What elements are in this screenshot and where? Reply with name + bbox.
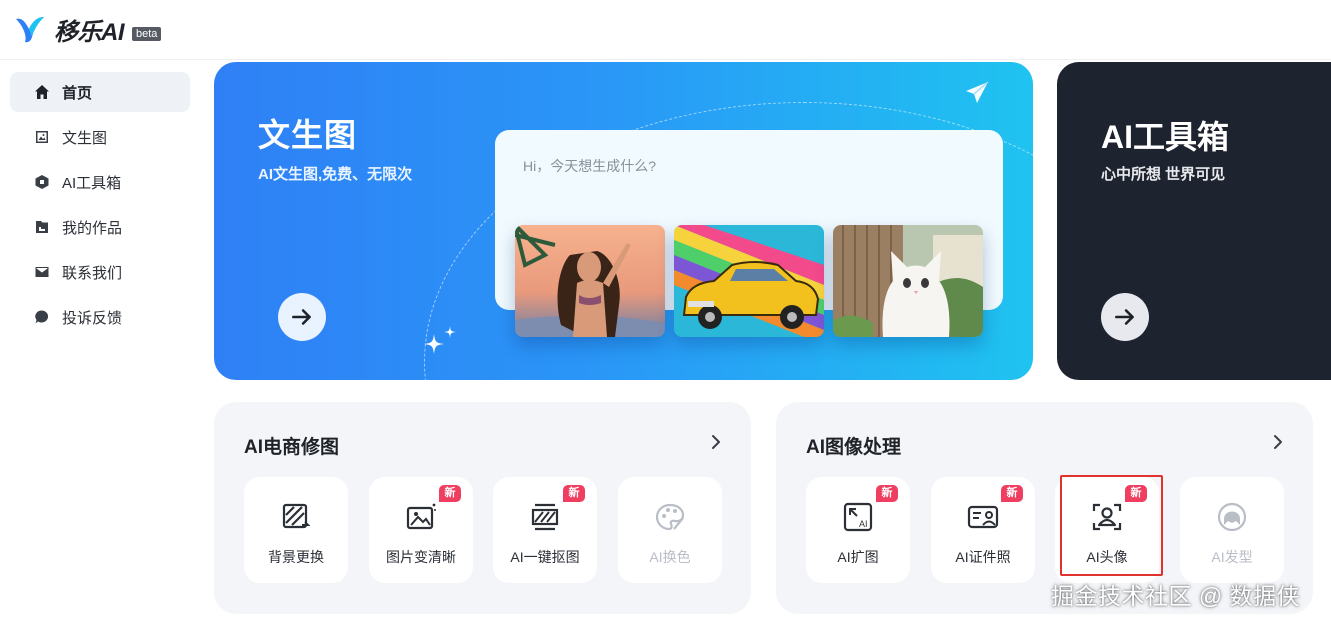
- app-name: 移乐AI: [54, 19, 125, 46]
- sidebar-item-ai-toolbox[interactable]: AI工具箱: [10, 162, 190, 202]
- toolbox-title: AI工具箱: [1101, 119, 1230, 155]
- paper-plane-icon: [966, 81, 989, 103]
- new-badge: 新: [563, 485, 585, 502]
- sidebar-item-label: 联系我们: [62, 264, 123, 282]
- sample-image-car[interactable]: [674, 225, 824, 337]
- tool-ai-avatar[interactable]: 新 AI头像: [1055, 477, 1159, 583]
- tool-one-click-cutout[interactable]: 新 AI一键抠图: [493, 477, 597, 583]
- woman-illustration: [515, 225, 665, 337]
- sidebar-item-text-to-image[interactable]: 文生图: [10, 117, 190, 157]
- beta-badge: beta: [132, 26, 162, 41]
- banner-go-button[interactable]: [278, 293, 326, 341]
- sidebar-item-label: 我的作品: [62, 219, 123, 237]
- tool-label: AI扩图: [837, 549, 879, 565]
- tool-label: AI头像: [1086, 549, 1128, 565]
- toolbox-icon: [34, 174, 50, 190]
- cutout-icon: [531, 503, 559, 531]
- arrow-right-icon: [1115, 309, 1134, 325]
- tool-label: 背景更换: [268, 549, 324, 565]
- sidebar-item-my-works[interactable]: 我的作品: [10, 207, 190, 247]
- banner-subtitle: AI文生图,免费、无限次: [258, 166, 413, 183]
- panel-title: AI图像处理: [806, 437, 902, 458]
- car-illustration: [674, 225, 824, 337]
- arrow-right-icon: [292, 309, 311, 325]
- sidebar-item-label: 首页: [62, 84, 93, 102]
- chevron-right-icon[interactable]: [706, 432, 726, 452]
- sparkle-icon: [424, 326, 456, 354]
- chevron-right-icon[interactable]: [1268, 432, 1288, 452]
- tool-id-photo[interactable]: 新 AI证件照: [931, 477, 1035, 583]
- sidebar-item-feedback[interactable]: 投诉反馈: [10, 297, 190, 337]
- sample-image-cat[interactable]: [833, 225, 983, 337]
- tool-label: AI换色: [649, 549, 691, 565]
- id-photo-icon: [967, 505, 999, 529]
- toolbox-go-button[interactable]: [1101, 293, 1149, 341]
- tool-recolor[interactable]: AI换色: [618, 477, 722, 583]
- new-badge: 新: [439, 485, 461, 502]
- avatar-icon: [1092, 503, 1122, 531]
- ai-toolbox-banner[interactable]: AI工具箱 心中所想 世界可见: [1057, 62, 1331, 380]
- image-icon: [34, 129, 50, 145]
- sidebar-item-label: AI工具箱: [62, 174, 122, 192]
- tool-hairstyle[interactable]: AI发型: [1180, 477, 1284, 583]
- palette-icon: [655, 503, 685, 531]
- tool-label: AI证件照: [955, 549, 1011, 565]
- tool-label: AI一键抠图: [510, 549, 580, 565]
- new-badge: 新: [1001, 485, 1023, 502]
- mail-icon: [34, 264, 50, 280]
- panel-title: AI电商修图: [244, 437, 340, 458]
- prompt-placeholder: Hi，今天想生成什么?: [523, 158, 657, 174]
- toolbox-subtitle: 心中所想 世界可见: [1101, 166, 1226, 183]
- sidebar-item-label: 投诉反馈: [62, 309, 123, 327]
- svg-text:AI: AI: [859, 519, 868, 529]
- top-header: 移乐AI beta: [0, 0, 1331, 60]
- tool-expand-image[interactable]: 新 AI AI扩图: [806, 477, 910, 583]
- tool-background-replace[interactable]: 背景更换: [244, 477, 348, 583]
- logo-icon: [16, 16, 44, 42]
- cat-illustration: [833, 225, 983, 337]
- hairstyle-icon: [1217, 502, 1247, 532]
- sidebar-item-contact-us[interactable]: 联系我们: [10, 252, 190, 292]
- sidebar: 首页 文生图 AI工具箱 我的作品 联系我们 投诉反馈: [10, 72, 190, 342]
- tool-image-enhance[interactable]: 新 图片变清晰: [369, 477, 473, 583]
- text-to-image-banner[interactable]: 文生图 AI文生图,免费、无限次 Hi，今天想生成什么?: [214, 62, 1033, 380]
- app-logo[interactable]: 移乐AI beta: [14, 12, 162, 47]
- sample-image-woman[interactable]: [515, 225, 665, 337]
- tool-label: AI发型: [1211, 549, 1253, 565]
- sidebar-item-label: 文生图: [62, 129, 108, 147]
- banner-title: 文生图: [258, 117, 358, 153]
- image-enhance-icon: [406, 503, 436, 530]
- expand-image-icon: AI: [843, 502, 873, 532]
- new-badge: 新: [1125, 485, 1147, 502]
- sidebar-item-home[interactable]: 首页: [10, 72, 190, 112]
- new-badge: 新: [876, 485, 898, 502]
- watermark: 掘金技术社区 @ 数据侠: [1051, 583, 1301, 609]
- background-replace-icon: [282, 503, 312, 533]
- tool-label: 图片变清晰: [386, 549, 456, 565]
- feedback-icon: [34, 309, 50, 325]
- folder-icon: [34, 219, 50, 235]
- ecommerce-retouch-panel: AI电商修图 背景更换 新 图片变清晰 新 AI一键抠图 AI换色: [214, 402, 751, 614]
- home-icon: [34, 84, 50, 100]
